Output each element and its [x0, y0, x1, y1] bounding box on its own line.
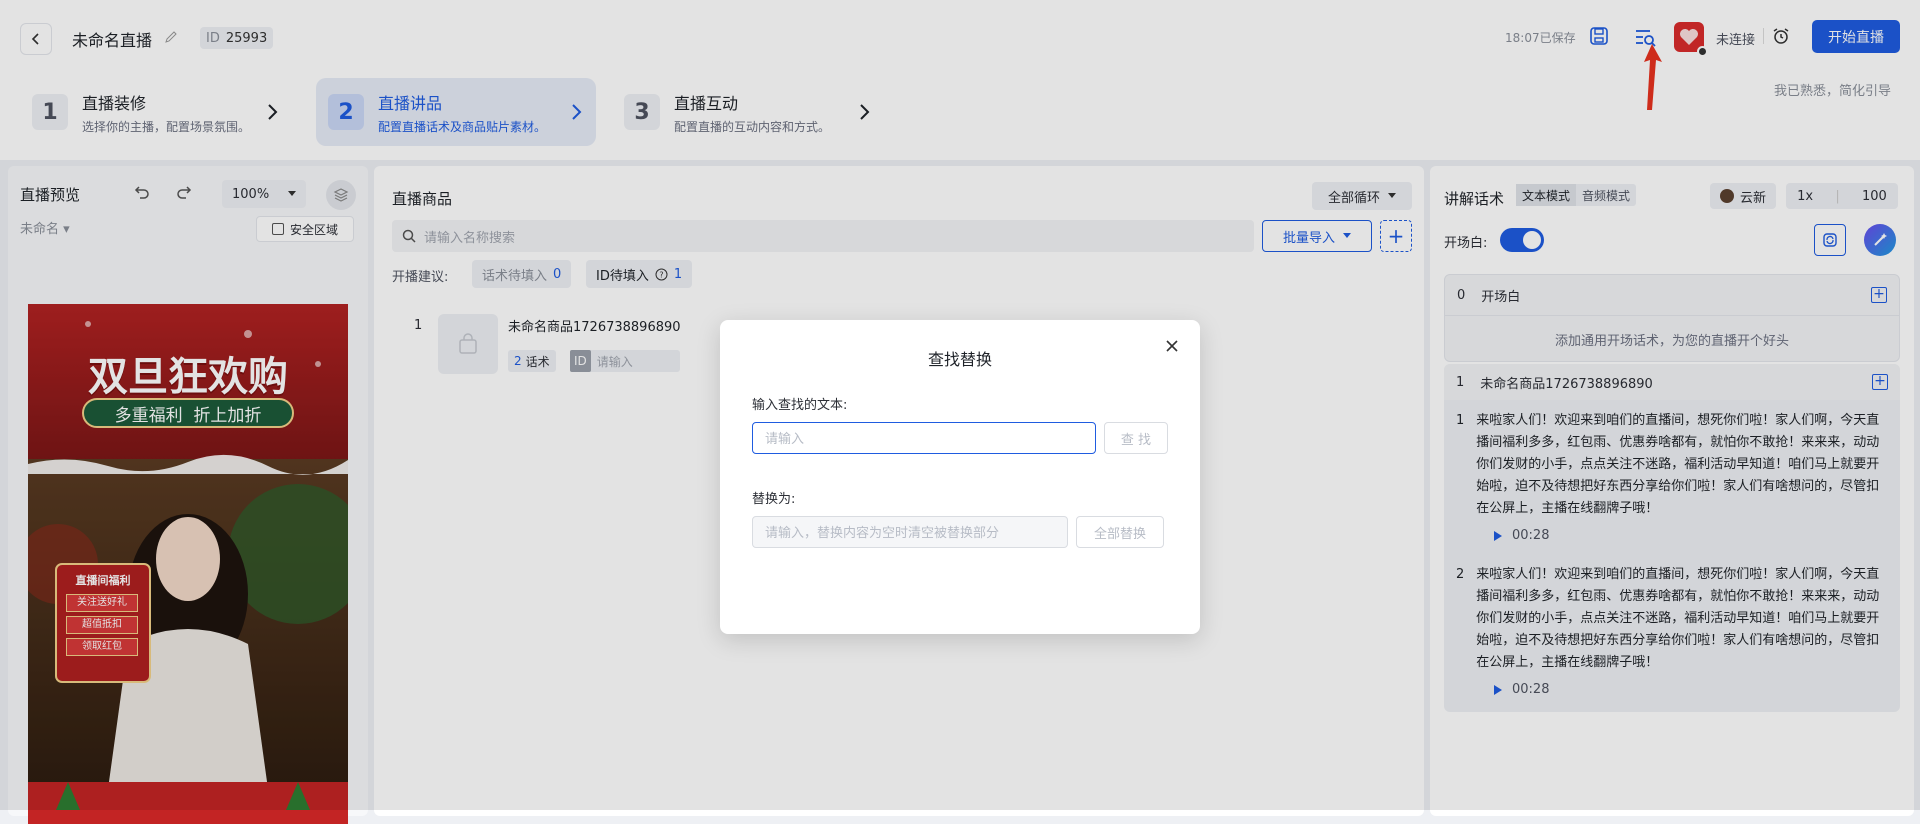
replace-all-button[interactable]: 全部替换: [1076, 516, 1164, 548]
replace-label: 替换为:: [752, 492, 796, 507]
replace-input[interactable]: [752, 516, 1068, 548]
find-label: 输入查找的文本:: [752, 398, 848, 413]
close-icon[interactable]: [1164, 338, 1180, 354]
find-replace-dialog: 查找替换 输入查找的文本: 查 找 替换为: 全部替换: [720, 320, 1200, 634]
find-input[interactable]: [752, 422, 1096, 454]
dialog-title: 查找替换: [927, 350, 992, 369]
find-button[interactable]: 查 找: [1104, 422, 1168, 454]
